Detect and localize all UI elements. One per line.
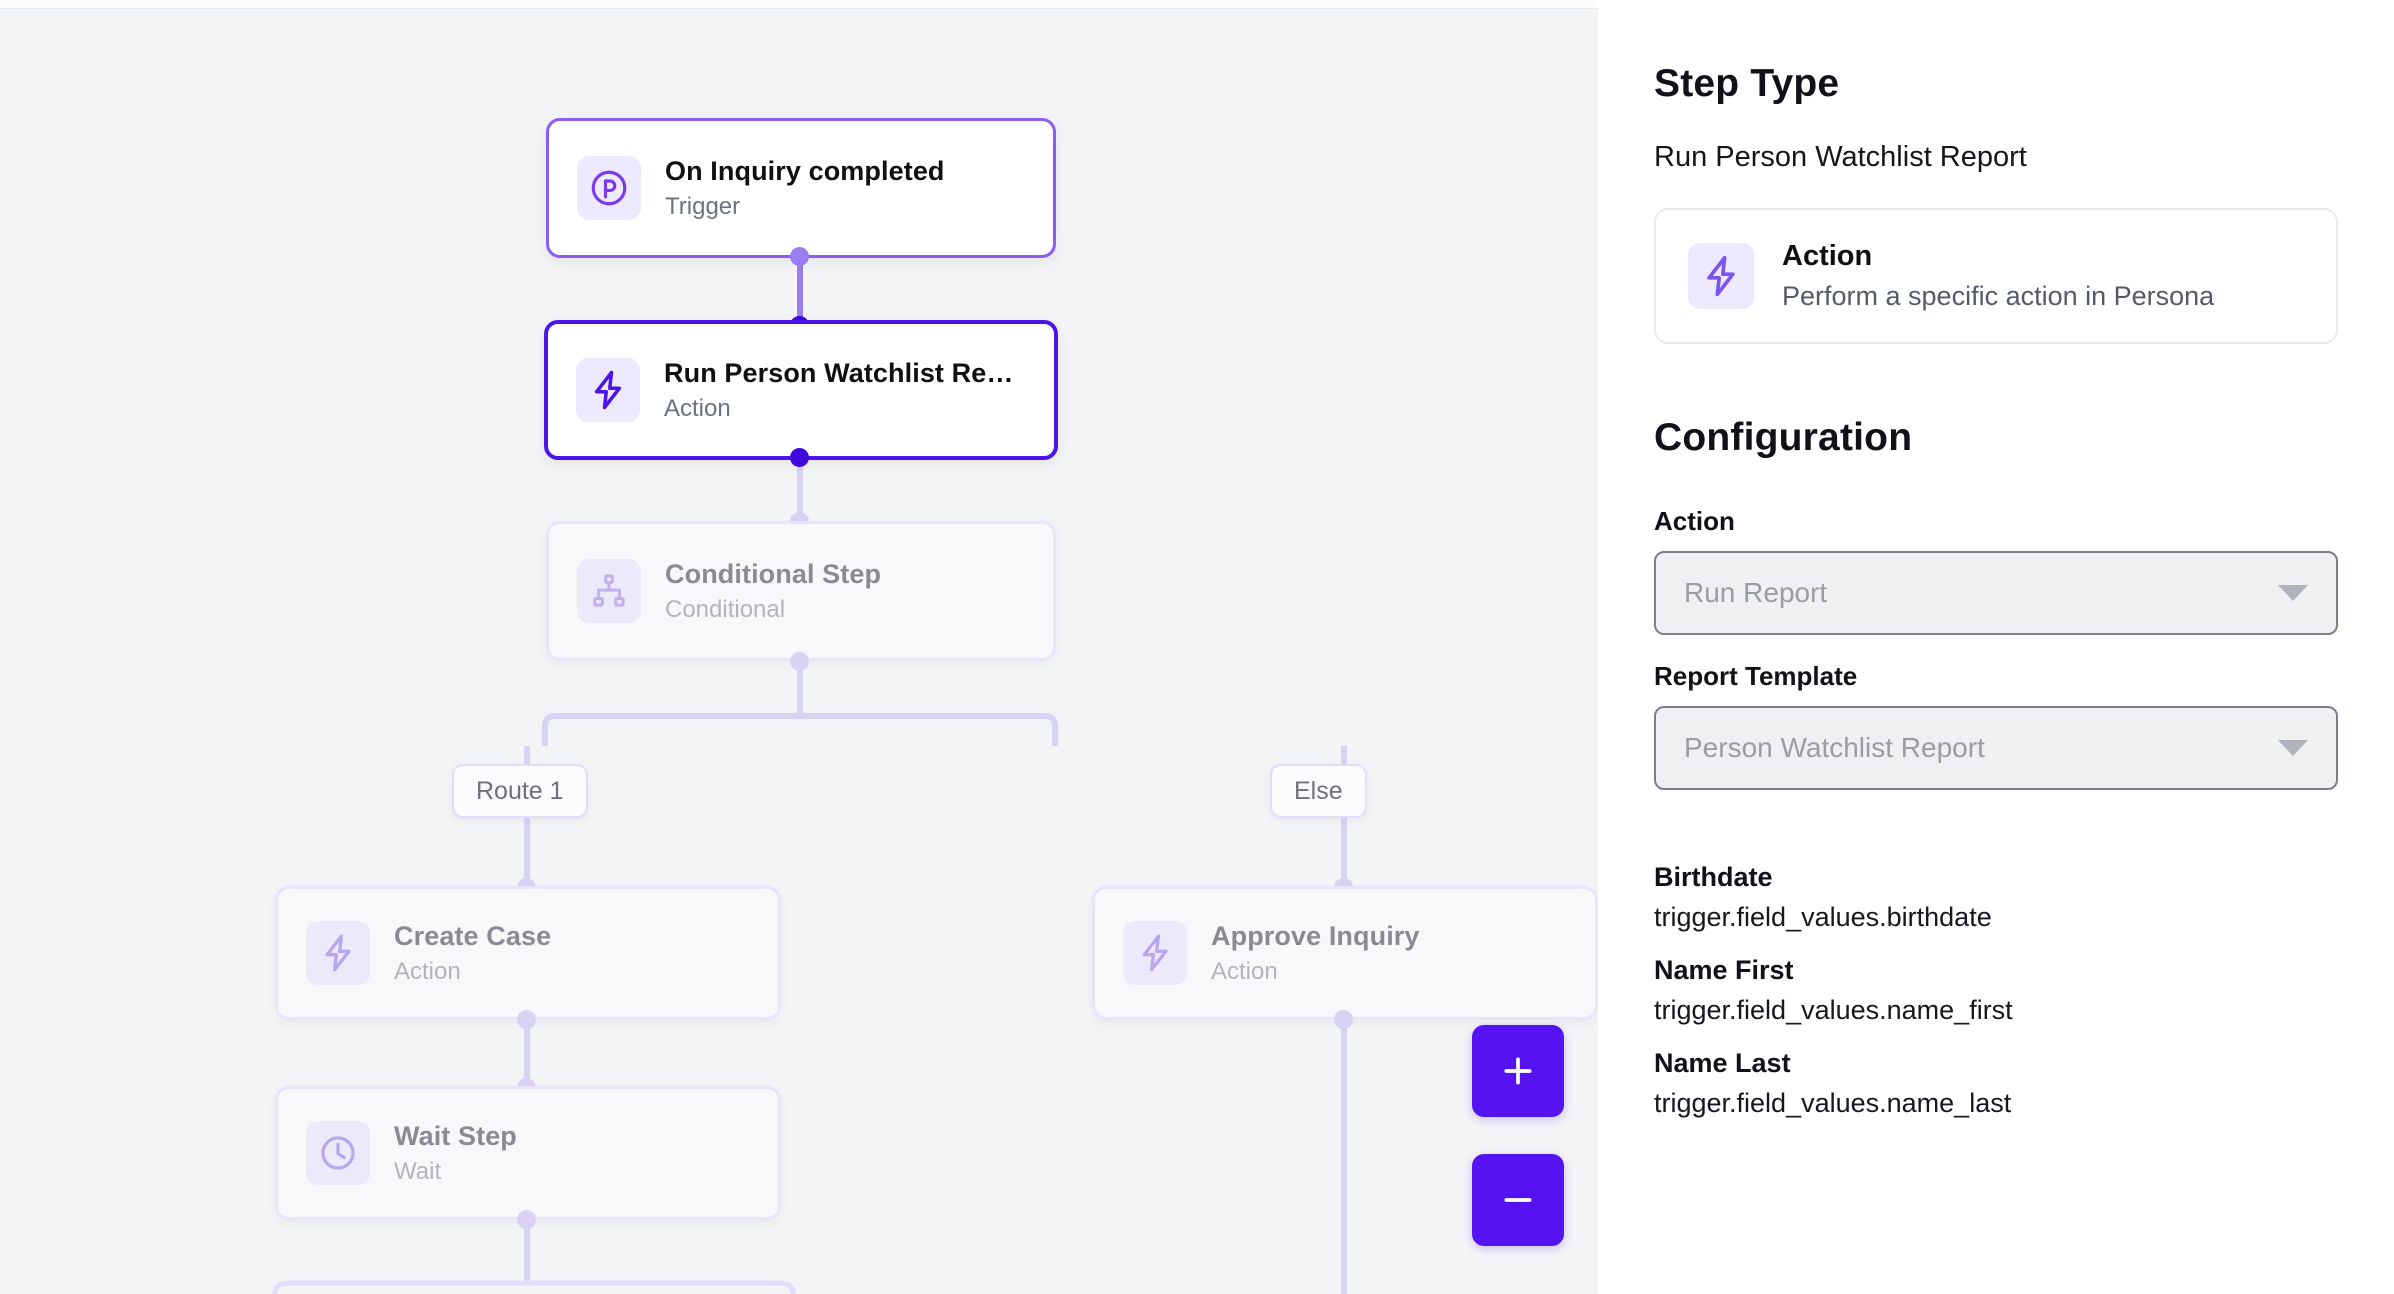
workflow-builder: On Inquiry completed Trigger Run Person … bbox=[0, 0, 2394, 1294]
node-subtitle: Action bbox=[394, 957, 461, 985]
node-subtitle: Action bbox=[664, 394, 731, 422]
node-subtitle: Conditional bbox=[665, 595, 786, 623]
node-subtitle: Wait bbox=[394, 1157, 442, 1185]
minus-icon bbox=[1504, 1198, 1532, 1202]
node-output-handle[interactable] bbox=[790, 247, 809, 266]
zoom-in-button[interactable] bbox=[1472, 1025, 1564, 1117]
node-subtitle: Trigger bbox=[665, 192, 741, 220]
data-mapping-value: trigger.field_values.name_first bbox=[1654, 995, 2013, 1025]
data-mapping-item: Birthdate trigger.field_values.birthdate bbox=[1654, 862, 2338, 933]
action-select-value: Run Report bbox=[1684, 577, 1828, 608]
data-mapping-value: trigger.field_values.name_last bbox=[1654, 1088, 2012, 1118]
step-type-card-description: Perform a specific action in Persona bbox=[1782, 281, 2215, 311]
step-type-value: Run Person Watchlist Report bbox=[1654, 141, 2027, 173]
node-output-handle[interactable] bbox=[790, 448, 809, 467]
data-mapping-item: Name Last trigger.field_values.name_last bbox=[1654, 1048, 2338, 1119]
workflow-node-run-person-watchlist-report[interactable]: Run Person Watchlist Re… Action bbox=[544, 320, 1058, 460]
action-field-label: Action bbox=[1654, 506, 1735, 536]
data-mapping-key: Birthdate bbox=[1654, 862, 1773, 892]
node-output-handle[interactable] bbox=[517, 1010, 536, 1029]
data-mapping-item: Name First trigger.field_values.name_fir… bbox=[1654, 955, 2338, 1026]
node-title: Conditional Step bbox=[665, 558, 882, 589]
data-mapping-key: Name Last bbox=[1654, 1048, 1791, 1078]
plus-icon bbox=[1504, 1057, 1532, 1085]
branch-label-text: Route 1 bbox=[476, 776, 564, 805]
data-mapping-value: trigger.field_values.birthdate bbox=[1654, 902, 1992, 932]
configuration-heading: Configuration bbox=[1654, 416, 1913, 459]
node-title: On Inquiry completed bbox=[665, 155, 945, 186]
clock-icon bbox=[306, 1121, 370, 1185]
report-template-select[interactable]: Person Watchlist Report bbox=[1654, 706, 2338, 790]
report-template-select-value: Person Watchlist Report bbox=[1684, 732, 1985, 763]
node-output-handle[interactable] bbox=[790, 652, 809, 671]
lightning-bolt-icon bbox=[306, 921, 370, 985]
workflow-node-create-case[interactable]: Create Case Action bbox=[275, 886, 781, 1020]
node-output-handle[interactable] bbox=[1334, 1010, 1353, 1029]
workflow-node-trigger[interactable]: On Inquiry completed Trigger bbox=[546, 118, 1056, 258]
step-type-card[interactable]: Action Perform a specific action in Pers… bbox=[1654, 208, 2338, 344]
lightning-bolt-icon bbox=[1688, 243, 1754, 309]
workflow-node-approve-inquiry[interactable]: Approve Inquiry Action bbox=[1092, 886, 1598, 1020]
node-title: Approve Inquiry bbox=[1211, 920, 1420, 951]
lightning-bolt-icon bbox=[576, 358, 640, 422]
step-type-heading: Step Type bbox=[1654, 62, 1840, 105]
node-title: Run Person Watchlist Re… bbox=[664, 357, 1014, 388]
zoom-out-button[interactable] bbox=[1472, 1154, 1564, 1246]
chevron-down-icon bbox=[2278, 585, 2308, 601]
step-detail-panel: Step Type Run Person Watchlist Report Ac… bbox=[1598, 0, 2394, 1294]
node-output-handle[interactable] bbox=[517, 1210, 536, 1229]
action-select[interactable]: Run Report bbox=[1654, 551, 2338, 635]
node-title: Create Case bbox=[394, 920, 552, 951]
workflow-node-conditional-step[interactable]: Conditional Step Conditional bbox=[546, 521, 1056, 661]
hierarchy-icon bbox=[577, 559, 641, 623]
node-title: Wait Step bbox=[394, 1120, 517, 1151]
report-template-field-label: Report Template bbox=[1654, 661, 1858, 691]
chevron-down-icon bbox=[2278, 740, 2308, 756]
workflow-canvas[interactable]: On Inquiry completed Trigger Run Person … bbox=[0, 0, 1598, 1294]
data-mapping-key: Name First bbox=[1654, 955, 1794, 985]
step-type-card-title: Action bbox=[1782, 240, 1873, 272]
data-mapping-list: Birthdate trigger.field_values.birthdate… bbox=[1654, 862, 2338, 1119]
branch-label-text: Else bbox=[1294, 776, 1343, 805]
branch-label-else[interactable]: Else bbox=[1270, 764, 1367, 818]
node-subtitle: Action bbox=[1211, 957, 1278, 985]
branch-label-route-1[interactable]: Route 1 bbox=[452, 764, 588, 818]
lightning-bolt-icon bbox=[1123, 921, 1187, 985]
persona-logo-icon bbox=[577, 156, 641, 220]
workflow-node-wait-step[interactable]: Wait Step Wait bbox=[275, 1086, 781, 1220]
